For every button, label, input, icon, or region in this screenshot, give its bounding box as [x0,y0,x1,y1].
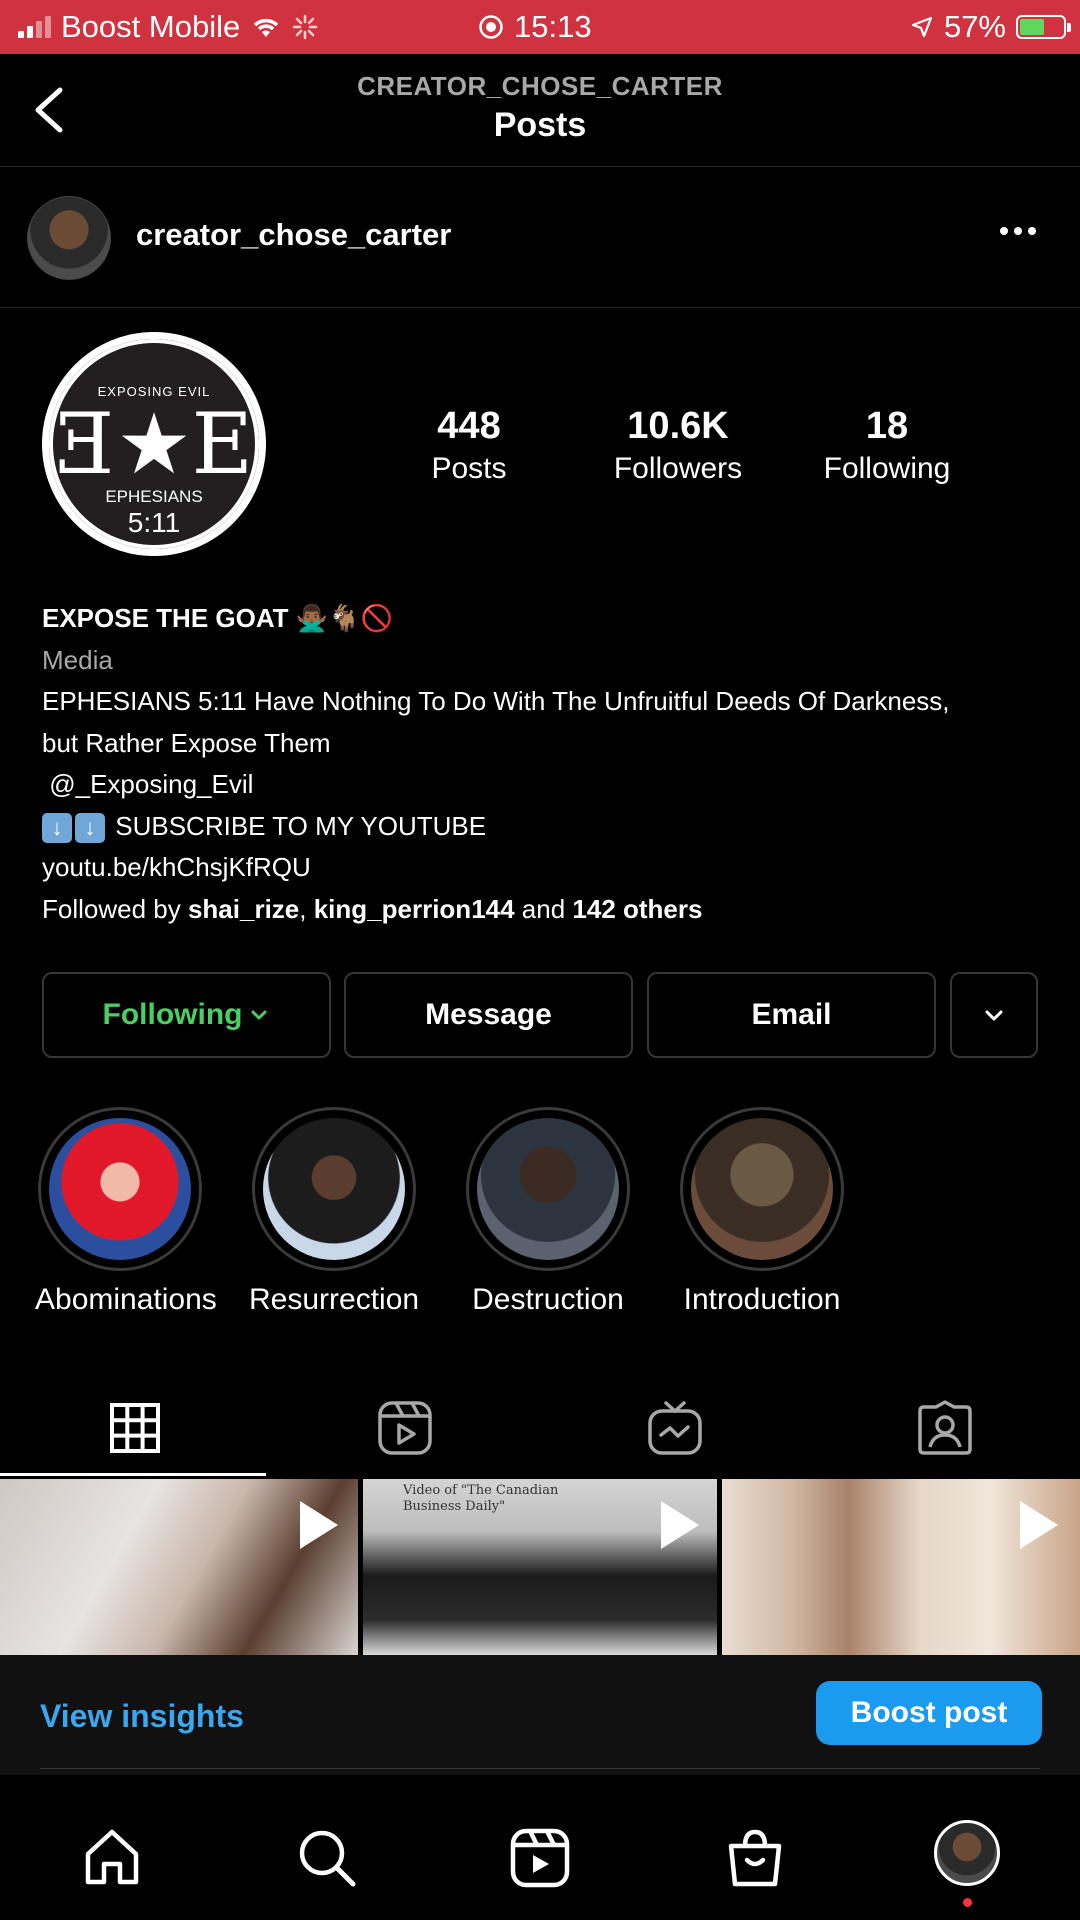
active-tab-indicator [0,1473,266,1476]
grid-post[interactable] [0,1479,358,1655]
separator: and [514,893,573,924]
followed-by-others: 142 others [572,893,703,924]
notification-dot [963,1898,972,1907]
tab-reels[interactable] [270,1380,540,1476]
reels-icon [378,1401,432,1455]
page-title: Posts [493,106,587,144]
logo-letters: Ǝ★E [55,395,253,493]
grid-post[interactable]: Video of "The Canadian Business Daily" [363,1479,717,1655]
stat-value: 10.6K [627,405,729,447]
bio-line: EPHESIANS 5:11 Have Nothing To Do With T… [42,686,950,716]
message-label: Message [425,998,552,1031]
bio-line: SUBSCRIBE TO MY YOUTUBE [115,810,487,841]
message-button[interactable]: Message [344,972,633,1058]
tab-posts[interactable] [0,1380,270,1476]
followers-count[interactable]: 10.6K Followers [588,405,768,486]
logo-number: 5:11 [127,507,181,538]
tab-igtv[interactable] [540,1380,810,1476]
suggested-dropdown-button[interactable] [950,972,1038,1058]
following-count[interactable]: 18 Following [797,405,977,486]
followed-by-prefix: Followed by [42,893,188,924]
reels-icon[interactable] [508,1826,572,1890]
screen-record-icon [479,15,503,39]
divider [40,1768,1040,1769]
follower-name: shai_rize [187,893,300,924]
profile-bio: EXPOSE THE GOAT 🙅🏾‍♂️🐐🚫 Media EPHESIANS … [42,598,1042,930]
highlight-label: Introduction [683,1283,841,1316]
bottom-nav [0,1790,1080,1920]
posts-grid: Video of "The Canadian Business Daily" [0,1479,1080,1655]
highlight-label: Destruction [472,1283,624,1316]
post-owner-username[interactable]: creator_chose_carter [136,217,451,253]
play-icon [1020,1501,1058,1549]
igtv-icon [648,1401,702,1455]
stat-label: Posts [431,452,507,485]
following-label: Following [102,998,243,1031]
highlight-label: Abominations [35,1283,217,1316]
highlight-resurrection[interactable]: Resurrection [249,1107,419,1317]
location-arrow-icon [911,16,933,38]
name-emojis: 🙅🏾‍♂️🐐🚫 [295,603,393,633]
logo-text-bottom: EPHESIANS [105,487,203,506]
stat-value: 448 [437,405,501,447]
posts-count[interactable]: 448 Posts [379,405,559,486]
down-arrow-icon: ↓ [42,812,72,843]
post-header: creator_chose_carter [0,167,1080,308]
shop-icon[interactable] [723,1826,787,1890]
home-icon[interactable] [80,1826,144,1890]
battery-percent: 57% [943,9,1006,44]
email-label: Email [751,998,832,1031]
status-bar: Boost Mobile 15:13 57% [0,0,1080,54]
boost-post-button[interactable]: Boost post [816,1681,1042,1745]
grid-icon [110,1403,160,1453]
bio-line: but Rather Expose Them [42,727,331,758]
post-caption-overlay: Video of "The Canadian Business Daily" [403,1483,559,1514]
email-button[interactable]: Email [647,972,936,1058]
profile-category: Media [42,644,113,675]
bio-link[interactable]: youtu.be/khChsjKfRQU [42,847,1042,889]
highlight-introduction[interactable]: Introduction [677,1107,847,1317]
follower-name: king_perrion144 [313,893,515,924]
profile-name: EXPOSE THE GOAT [42,603,289,633]
separator: , [299,893,314,924]
search-icon[interactable] [295,1826,359,1890]
insights-bar: View insights Boost post [0,1655,1080,1775]
chevron-down-icon [251,1010,267,1020]
tagged-icon [918,1400,972,1455]
clock: 15:13 [514,9,592,44]
carrier-name: Boost Mobile [61,9,241,44]
page-header: CREATOR_CHOSE_CARTER Posts [0,54,1080,167]
highlight-abominations[interactable]: Abominations [35,1107,217,1317]
loading-spinner-icon [292,14,318,40]
post-owner-avatar[interactable] [27,196,111,280]
tab-tagged[interactable] [810,1380,1080,1476]
down-arrow-icon: ↓ [75,812,105,843]
bio-mention[interactable]: @_Exposing_Evil [42,764,1042,806]
play-icon [300,1501,338,1549]
stat-value: 18 [865,405,909,447]
profile-avatar-tab[interactable] [934,1820,1000,1886]
play-icon [661,1501,699,1549]
profile-picture[interactable]: EXPOSING EVIL Ǝ★E EPHESIANS 5:11 [42,332,266,556]
view-insights-link[interactable]: View insights [40,1698,244,1735]
highlight-label: Resurrection [249,1283,420,1316]
stat-label: Followers [613,452,743,485]
wifi-icon [254,18,279,37]
highlight-destruction[interactable]: Destruction [463,1107,633,1317]
grid-post[interactable] [722,1479,1080,1655]
following-button[interactable]: Following [42,972,331,1058]
header-username: CREATOR_CHOSE_CARTER [357,71,723,101]
more-options-icon[interactable] [1000,227,1036,235]
signal-icon [18,16,51,38]
battery-icon [1016,15,1071,39]
profile-tabs [0,1380,1080,1476]
chevron-down-icon [985,1010,1003,1021]
followed-by[interactable]: Followed by shai_rize, king_perrion144 a… [42,889,1042,931]
stat-label: Following [823,452,951,485]
bio-youtube-line: ↓ ↓ SUBSCRIBE TO MY YOUTUBE [42,806,1042,848]
